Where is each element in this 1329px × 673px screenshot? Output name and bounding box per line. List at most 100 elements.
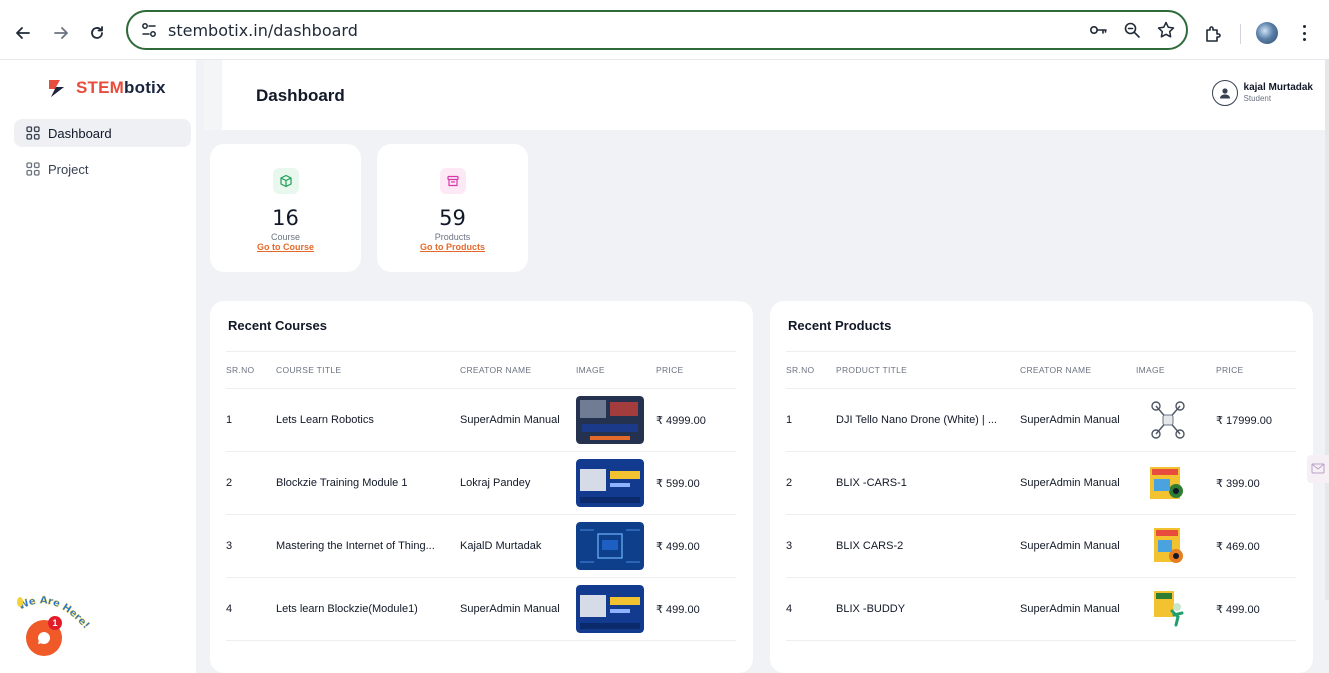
page-header: Dashboard kajal Murtadak Student — [204, 60, 1329, 130]
creator-name: SuperAdmin Manual — [1020, 514, 1136, 578]
column-header: COURSE TITLE — [276, 351, 460, 389]
main-content: Dashboard kajal Murtadak Student 16 Cour… — [196, 60, 1329, 673]
browser-menu-button[interactable] — [1300, 22, 1308, 44]
course-stat-card: 16 Course Go to Course — [210, 144, 361, 272]
user-menu[interactable]: kajal Murtadak Student — [1211, 80, 1313, 106]
bookmark-star-icon[interactable] — [1156, 20, 1176, 45]
row-sr: 1 — [786, 388, 836, 452]
zoom-icon[interactable] — [1122, 20, 1142, 45]
recent-products-title: Recent Products — [788, 318, 892, 333]
creator-name: KajalD Murtadak — [460, 514, 576, 578]
row-sr: 1 — [226, 388, 276, 452]
browser-toolbar: stembotix.in/dashboard — [0, 0, 1329, 60]
toolbar-divider — [1240, 24, 1241, 44]
go-to-products-link[interactable]: Go to Products — [377, 242, 528, 252]
course-thumbnail-robotics — [576, 396, 644, 444]
product-price: ₹ 399.00 — [1216, 451, 1296, 515]
product-title: BLIX CARS-2 — [836, 514, 1020, 578]
back-button[interactable] — [12, 22, 34, 44]
product-title: BLIX -CARS-1 — [836, 451, 1020, 515]
row-sr: 4 — [226, 577, 276, 641]
product-image-car-kit — [1154, 528, 1183, 563]
extensions-puzzle-icon[interactable] — [1203, 24, 1223, 49]
course-thumbnail-blockzie — [576, 459, 644, 507]
recent-courses-title: Recent Courses — [228, 318, 327, 333]
page-title: Dashboard — [256, 86, 345, 105]
product-title: DJI Tello Nano Drone (White) | ... — [836, 388, 1020, 452]
row-sr: 3 — [226, 514, 276, 578]
table-row[interactable]: 2 Blockzie Training Module 1 Lokraj Pand… — [226, 451, 736, 515]
row-sr: 3 — [786, 514, 836, 578]
column-header: CREATOR NAME — [1020, 351, 1136, 389]
course-price: ₹ 599.00 — [656, 451, 736, 515]
course-count: 16 — [272, 206, 299, 230]
brand-logo[interactable]: STEMbotix — [46, 76, 166, 100]
table-row[interactable]: 3 BLIX CARS-2 SuperAdmin Manual ₹ 469.00 — [786, 514, 1296, 578]
course-price: ₹ 499.00 — [656, 577, 736, 641]
cube-icon — [272, 168, 299, 194]
floating-side-tab[interactable] — [1307, 455, 1329, 483]
url-text[interactable]: stembotix.in/dashboard — [168, 21, 358, 40]
go-to-course-link[interactable]: Go to Course — [210, 242, 361, 252]
creator-name: SuperAdmin Manual — [1020, 577, 1136, 641]
reload-icon — [91, 26, 103, 39]
column-header: CREATOR NAME — [460, 351, 576, 389]
course-price: ₹ 4999.00 — [656, 388, 736, 452]
sidebar-item-dashboard[interactable]: Dashboard — [14, 119, 191, 147]
column-header: IMAGE — [576, 351, 656, 389]
course-title: Lets Learn Robotics — [276, 388, 460, 452]
row-sr: 2 — [786, 451, 836, 515]
products-count: 59 — [439, 206, 466, 230]
product-image-buddy-kit — [1154, 591, 1184, 627]
page-scrollbar[interactable] — [1325, 60, 1329, 600]
creator-name: SuperAdmin Manual — [460, 577, 576, 641]
product-price: ₹ 17999.00 — [1216, 388, 1296, 452]
table-row[interactable]: 1 Lets Learn Robotics SuperAdmin Manual … — [226, 388, 736, 452]
product-title: BLIX -BUDDY — [836, 577, 1020, 641]
recent-products-table: SR.NO PRODUCT TITLE CREATOR NAME IMAGE P… — [786, 351, 1296, 641]
column-header: SR.NO — [786, 351, 836, 389]
table-row[interactable]: 4 BLIX -BUDDY SuperAdmin Manual ₹ 499.00 — [786, 577, 1296, 641]
reload-button[interactable] — [86, 22, 108, 44]
creator-name: SuperAdmin Manual — [460, 388, 576, 452]
product-image-drone — [1151, 401, 1185, 439]
row-sr: 2 — [226, 451, 276, 515]
course-price: ₹ 499.00 — [656, 514, 736, 578]
course-title: Blockzie Training Module 1 — [276, 451, 460, 515]
user-role: Student — [1243, 94, 1272, 103]
sidebar: STEMbotix Dashboard Project We Are Here!… — [6, 60, 196, 673]
table-row[interactable]: 4 Lets learn Blockzie(Module1) SuperAdmi… — [226, 577, 736, 641]
products-label: Products — [434, 232, 471, 242]
sidebar-item-label: Dashboard — [48, 125, 112, 141]
chat-icon — [37, 632, 50, 645]
table-row[interactable]: 2 BLIX -CARS-1 SuperAdmin Manual ₹ 399.0… — [786, 451, 1296, 515]
table-row[interactable]: 1 DJI Tello Nano Drone (White) | ... Sup… — [786, 388, 1296, 452]
recent-products-panel: Recent Products SR.NO PRODUCT TITLE CREA… — [770, 301, 1313, 673]
column-header: PRODUCT TITLE — [836, 351, 1020, 389]
table-row[interactable]: 3 Mastering the Internet of Thing... Kaj… — [226, 514, 736, 578]
site-settings-icon[interactable] — [140, 21, 158, 44]
user-name: kajal Murtadak — [1243, 82, 1313, 93]
recent-courses-panel: Recent Courses SR.NO COURSE TITLE CREATO… — [210, 301, 753, 673]
profile-avatar[interactable] — [1256, 22, 1278, 44]
address-bar[interactable]: stembotix.in/dashboard — [126, 10, 1188, 50]
course-title: Lets learn Blockzie(Module1) — [276, 577, 460, 641]
column-header: SR.NO — [226, 351, 276, 389]
key-icon[interactable] — [1088, 20, 1108, 45]
products-stat-card: 59 Products Go to Products — [377, 144, 528, 272]
creator-name: SuperAdmin Manual — [1020, 451, 1136, 515]
arrow-left-icon — [16, 27, 30, 39]
row-sr: 4 — [786, 577, 836, 641]
column-header: IMAGE — [1136, 351, 1216, 389]
table-header-row: SR.NO COURSE TITLE CREATOR NAME IMAGE PR… — [226, 351, 736, 389]
grid-icon — [26, 126, 40, 140]
sidebar-item-label: Project — [48, 161, 89, 177]
product-image-car-kit — [1150, 467, 1183, 499]
box-icon — [439, 168, 466, 194]
stembotix-logo-icon — [49, 80, 64, 97]
user-avatar-icon — [1211, 80, 1238, 106]
forward-button[interactable] — [50, 22, 72, 44]
column-header: PRICE — [656, 351, 736, 389]
chat-unread-badge: 1 — [48, 616, 62, 630]
sidebar-item-project[interactable]: Project — [14, 155, 191, 183]
